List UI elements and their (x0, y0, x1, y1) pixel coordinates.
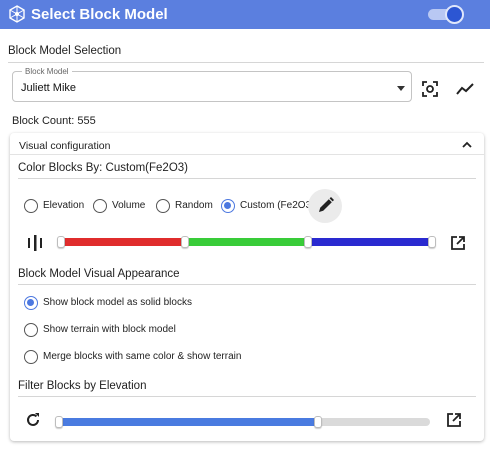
title-bar: Select Block Model (0, 0, 490, 29)
radio-merge[interactable] (24, 350, 38, 364)
ramp-handle[interactable] (57, 236, 65, 248)
caret-down-icon[interactable] (397, 86, 405, 91)
divider (18, 396, 476, 397)
radio-label-merge: Merge blocks with same color & show terr… (43, 351, 242, 362)
filter-high-handle[interactable] (314, 416, 323, 428)
toggle-knob (445, 5, 464, 24)
ramp-handle[interactable] (181, 236, 189, 248)
filter-low-handle[interactable] (55, 416, 63, 428)
ramp-segment-red (60, 238, 184, 246)
filter-heading: Filter Blocks by Elevation (18, 380, 147, 392)
pencil-icon (319, 197, 334, 212)
radio-label-terrain: Show terrain with block model (43, 324, 176, 335)
divider (8, 62, 484, 63)
block-model-value: Juliett Mike (21, 82, 77, 94)
mode-toggle[interactable] (428, 5, 464, 24)
radio-terrain[interactable] (24, 323, 38, 337)
block-model-field-label: Block Model (22, 67, 72, 76)
radio-random[interactable] (156, 199, 170, 213)
edit-color-button[interactable] (308, 189, 342, 223)
ramp-handle[interactable] (304, 236, 312, 248)
color-ramp-slider[interactable] (60, 238, 432, 246)
radio-label-volume: Volume (112, 200, 146, 211)
radio-solid-blocks[interactable] (24, 296, 38, 310)
filter-range-fill (58, 418, 319, 426)
trend-line-icon[interactable] (455, 81, 475, 97)
chevron-up-icon[interactable] (461, 140, 473, 150)
color-blocks-heading: Color Blocks By: Custom(Fe2O3) (18, 162, 188, 174)
cube-network-icon (9, 5, 25, 23)
ramp-segment-green (184, 238, 308, 246)
divider (10, 154, 484, 155)
window-title: Select Block Model (31, 6, 168, 23)
visual-config-panel (10, 133, 484, 441)
radio-label-solid-blocks: Show block model as solid blocks (43, 297, 192, 308)
focus-target-icon[interactable] (421, 80, 439, 98)
block-count: Block Count: 555 (12, 115, 96, 127)
radio-label-elevation: Elevation (43, 200, 85, 211)
radio-volume[interactable] (93, 199, 107, 213)
ramp-handle[interactable] (428, 236, 436, 248)
radio-label-custom: Custom (Fe2O3) (240, 200, 315, 211)
open-in-new-icon[interactable] (446, 412, 462, 428)
block-model-heading: Block Model Selection (8, 45, 122, 57)
visual-config-title[interactable]: Visual configuration (19, 140, 110, 152)
divider (18, 284, 476, 285)
radio-custom[interactable] (221, 199, 235, 213)
radio-label-random: Random (175, 200, 213, 211)
refresh-icon[interactable] (25, 412, 41, 428)
elevation-filter-slider[interactable] (58, 418, 430, 426)
radio-elevation[interactable] (24, 199, 38, 213)
appearance-heading: Block Model Visual Appearance (18, 268, 180, 280)
bars-stepper-icon[interactable] (26, 235, 44, 251)
open-in-new-icon[interactable] (450, 235, 466, 251)
divider (18, 178, 476, 179)
ramp-segment-blue (308, 238, 432, 246)
